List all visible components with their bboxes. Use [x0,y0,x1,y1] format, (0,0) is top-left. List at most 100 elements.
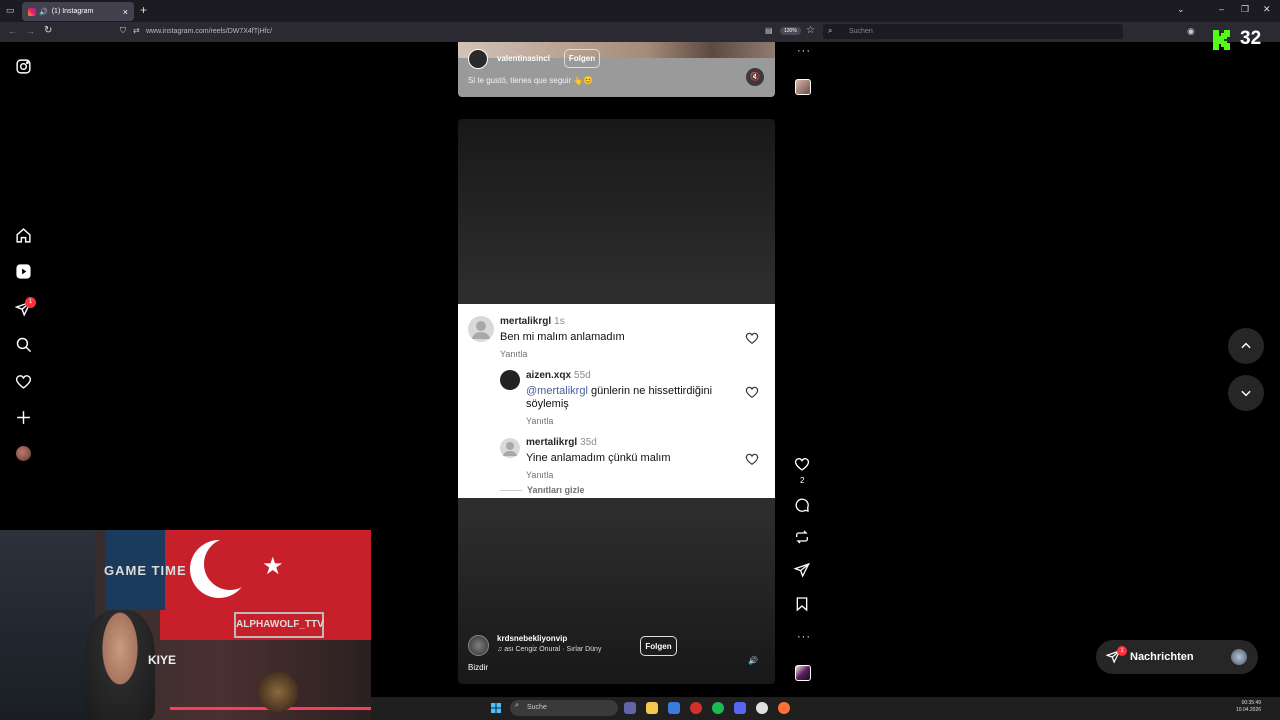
divider [500,490,522,491]
avatar[interactable] [468,49,488,69]
back-icon[interactable]: ← [8,26,17,36]
reel-username[interactable]: valentinasincl [497,54,550,63]
tab-list-icon[interactable]: ▭ [6,5,15,16]
webcam-shelf [0,530,95,720]
forward-icon[interactable]: → [26,26,35,36]
speaker-icon[interactable]: 🔊 [39,8,48,16]
home-icon[interactable] [14,226,32,244]
chevron-up-icon [1241,342,1251,349]
reel-caption: Bizdir [468,663,489,672]
comment-text: Ben mi malım anlamadım [500,331,625,343]
comment-text: Yine anlamadım çünkü malım [526,452,671,464]
reel-username[interactable]: krdsnebekliyonvip [497,634,567,643]
previous-reel-button[interactable] [1228,328,1264,364]
audio-thumbnail[interactable] [795,665,811,681]
restore-icon[interactable]: ❐ [1241,4,1249,15]
create-plus-icon[interactable] [14,408,32,426]
store-icon[interactable] [668,702,680,714]
volume-icon[interactable]: 🔊 [748,656,758,665]
clock-date: 10.04.2026 [1236,707,1262,713]
browser-tab[interactable]: 🔊 (1) Instagram × [22,2,134,21]
account-icon[interactable]: ◉ [1187,26,1195,37]
notification-badge: 1 [25,297,36,308]
teams-icon[interactable] [624,702,636,714]
avatar[interactable] [468,635,489,656]
comment-username: mertalikrgl 1s [500,316,565,327]
shirt-text: KIYE [148,653,177,667]
comment-username: mertalikrgl 35d [526,437,597,448]
search-engine-icon[interactable]: ⌕ [828,26,832,36]
comment-text: @mertalikrgl günlerin ne hissettirdiğini… [526,385,713,410]
heart-icon[interactable] [14,372,32,390]
messages-label: Nachrichten [1130,651,1194,663]
reply-link: Yanıtla [500,349,528,359]
chrome-icon[interactable] [756,702,768,714]
save-bookmark-icon[interactable] [794,596,812,614]
reload-icon[interactable]: ↻ [44,25,52,36]
heart-icon [745,453,759,465]
avatar [1231,649,1247,665]
profile-avatar[interactable] [16,446,31,461]
follow-button[interactable]: Folgen [640,636,677,656]
kick-logo-icon [1213,30,1230,50]
reel-caption: Si te gustó, tienes que seguir 👆😊 [468,76,594,85]
viewer-count: 32 [1240,28,1262,49]
more-options-icon[interactable]: ··· [797,45,811,57]
repost-icon[interactable] [794,529,812,547]
taskbar-clock: 00:35:49 10.04.2026 [1236,700,1261,714]
opera-icon[interactable] [690,702,702,714]
comment-icon[interactable] [794,497,812,515]
file-explorer-icon[interactable] [646,702,658,714]
browser-tabbar [0,0,1280,22]
alphawolf-sign: ALPHAWOLF_TTV [234,612,324,638]
follow-button[interactable]: Folgen [564,49,600,68]
avatar [500,438,520,458]
chevron-down-icon[interactable]: ⌄ [1177,4,1185,15]
share-icon[interactable] [793,562,812,580]
taskbar [371,697,1280,720]
reader-view-icon[interactable]: ▤ [765,26,773,35]
zoom-level[interactable]: 130% [780,27,801,35]
firefox-icon[interactable] [778,702,790,714]
shield-icon[interactable]: ⛉ [120,26,126,36]
windows-start-icon[interactable] [491,703,501,713]
avatar [500,370,520,390]
search-input[interactable]: Suchen [823,24,1123,39]
spotify-icon[interactable] [712,702,724,714]
audio-label[interactable]: ♫ ası Cengiz Onural · Sırlar Düny [497,646,601,653]
url-field[interactable]: www.instagram.com/reels/DW7X4fTjHfc/ [142,25,762,39]
comment-screenshot: mertalikrgl 1s Ben mi malım anlamadım Yan… [458,304,775,498]
search-icon[interactable] [14,335,32,353]
avatar [468,316,494,342]
close-window-icon[interactable]: ✕ [1263,4,1271,15]
webcam-emblem [258,672,298,712]
mute-icon[interactable]: 🔇 [746,68,764,86]
instagram-logo-icon[interactable] [14,57,32,75]
permissions-icon[interactable]: ⇄ [133,26,140,35]
discord-icon[interactable] [734,702,746,714]
game-time-sign: GAME TIME [104,563,187,578]
comment-username: aizen.xqx 55d [526,370,591,381]
reply-link: Yanıtla [526,416,554,426]
flag-star-icon: ★ [262,553,284,580]
close-tab-icon[interactable]: × [123,7,128,17]
next-reel-button[interactable] [1228,375,1264,411]
heart-icon [745,332,759,344]
minimize-icon[interactable]: – [1219,4,1224,14]
like-count: 2 [800,476,805,485]
messages-badge: 1 [1117,646,1127,656]
audio-thumbnail[interactable] [795,79,811,95]
clock-time: 00:35:49 [1241,700,1262,706]
like-heart-icon[interactable] [794,456,812,474]
flag-crescent-cut [204,538,256,590]
bookmark-star-icon[interactable]: ☆ [806,25,815,36]
tab-title: (1) Instagram [51,8,94,15]
streamer [85,610,155,720]
chevron-down-icon [1241,390,1251,397]
heart-icon [745,386,759,398]
instagram-favicon-icon [28,7,36,16]
new-tab-button[interactable]: + [140,3,147,17]
more-options-icon[interactable]: ··· [797,631,811,643]
reels-icon[interactable] [14,262,32,280]
taskbar-search[interactable]: Suche [510,700,618,716]
